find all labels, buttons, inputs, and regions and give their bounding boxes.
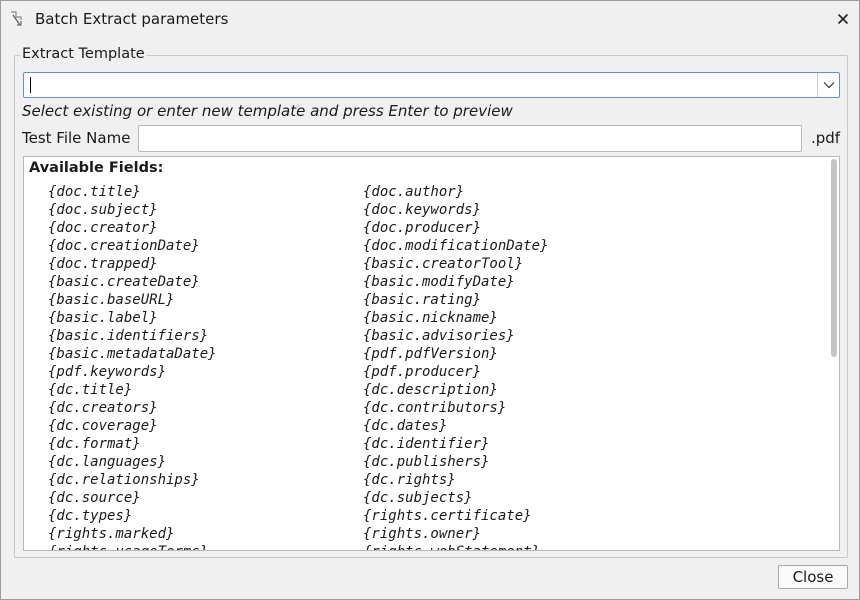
field-item: {dc.coverage} bbox=[48, 418, 158, 434]
dialog-window: Batch Extract parameters Extract Templat… bbox=[0, 0, 860, 600]
field-item: {doc.creator} bbox=[48, 220, 158, 236]
field-item: {basic.createDate} bbox=[48, 274, 200, 290]
field-item: {doc.author} bbox=[363, 184, 465, 200]
title-bar[interactable]: Batch Extract parameters bbox=[1, 1, 859, 37]
field-item: {basic.baseURL} bbox=[48, 292, 175, 308]
field-item: {doc.keywords} bbox=[363, 202, 482, 218]
field-item: {dc.languages} bbox=[48, 454, 167, 470]
field-item: {basic.creatorTool} bbox=[363, 256, 524, 272]
field-item: {dc.source} bbox=[48, 490, 141, 506]
field-item: {doc.creationDate} bbox=[48, 238, 200, 254]
available-fields-heading: Available Fields: bbox=[29, 160, 164, 176]
field-item: {dc.contributors} bbox=[363, 400, 507, 416]
field-item: {pdf.pdfVersion} bbox=[363, 346, 498, 362]
test-file-input[interactable] bbox=[139, 126, 801, 151]
chevron-down-icon bbox=[823, 82, 835, 89]
vertical-scrollbar[interactable] bbox=[831, 159, 837, 357]
field-item: {rights.webStatement} bbox=[363, 543, 540, 550]
field-item: {rights.marked} bbox=[48, 526, 175, 542]
field-item: {basic.advisories} bbox=[363, 328, 515, 344]
test-file-label: Test File Name bbox=[22, 129, 131, 147]
field-item: {basic.rating} bbox=[363, 292, 482, 308]
field-item: {dc.relationships} bbox=[48, 472, 200, 488]
field-item: {basic.nickname} bbox=[363, 310, 498, 326]
field-item: {dc.publishers} bbox=[363, 454, 490, 470]
template-input[interactable] bbox=[32, 73, 812, 97]
close-window-button[interactable] bbox=[831, 7, 855, 31]
test-file-field[interactable] bbox=[138, 125, 802, 152]
field-item: {basic.modifyDate} bbox=[363, 274, 515, 290]
window-title: Batch Extract parameters bbox=[35, 10, 229, 28]
text-caret bbox=[30, 77, 31, 93]
field-item: {basic.label} bbox=[48, 310, 158, 326]
field-item: {doc.modificationDate} bbox=[363, 238, 549, 254]
field-item: {dc.subjects} bbox=[363, 490, 473, 506]
group-title: Extract Template bbox=[20, 46, 147, 62]
field-item: {rights.usageTerms} bbox=[48, 543, 208, 550]
field-item: {dc.dates} bbox=[363, 418, 448, 434]
available-fields-panel[interactable]: Available Fields: {doc.title} {doc.subjec… bbox=[23, 156, 840, 551]
field-item: {basic.metadataDate} bbox=[48, 346, 217, 362]
field-item: {dc.types} bbox=[48, 508, 133, 524]
field-item: {doc.subject} bbox=[48, 202, 158, 218]
template-dropdown-button[interactable] bbox=[817, 73, 840, 97]
field-item: {doc.title} bbox=[48, 184, 141, 200]
template-combo[interactable] bbox=[23, 72, 840, 98]
field-item: {dc.rights} bbox=[363, 472, 456, 488]
field-item: {basic.identifiers} bbox=[48, 328, 209, 344]
field-item: {dc.description} bbox=[363, 382, 498, 398]
field-item: {dc.format} bbox=[48, 436, 141, 452]
field-item: {pdf.keywords} bbox=[48, 364, 167, 380]
field-item: {rights.certificate} bbox=[363, 508, 532, 524]
field-item: {doc.trapped} bbox=[48, 256, 158, 272]
app-icon bbox=[9, 11, 23, 27]
close-icon bbox=[838, 14, 848, 24]
field-item: {dc.identifier} bbox=[363, 436, 490, 452]
field-item: {rights.owner} bbox=[363, 526, 482, 542]
field-item: {pdf.producer} bbox=[363, 364, 482, 380]
template-hint: Select existing or enter new template an… bbox=[22, 102, 513, 120]
file-extension-label: .pdf bbox=[811, 129, 841, 147]
field-item: {doc.producer} bbox=[363, 220, 482, 236]
close-button[interactable]: Close bbox=[778, 565, 848, 589]
field-item: {dc.creators} bbox=[48, 400, 158, 416]
field-item: {dc.title} bbox=[48, 382, 133, 398]
